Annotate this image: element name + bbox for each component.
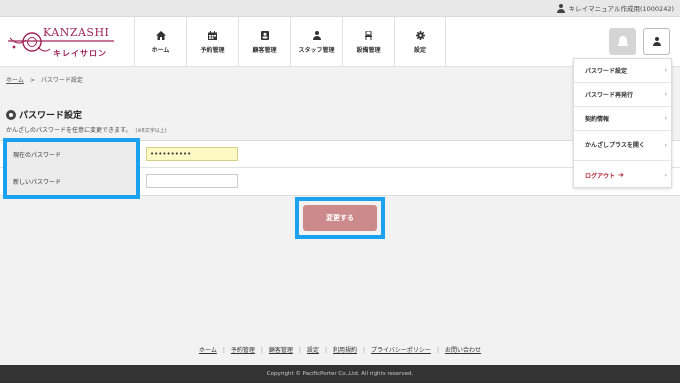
current-password-label: 現在のパスワード: [7, 141, 140, 168]
password-length-note: (※8文字以上): [135, 128, 167, 134]
change-password-button[interactable]: 変更する: [303, 205, 377, 231]
nav-customers-label: 顧客管理: [252, 46, 277, 54]
chevron-right-icon: ›: [664, 171, 667, 179]
menu-item-open-kanzashi-plus[interactable]: かんざしプラスを開く ›: [574, 131, 673, 161]
home-icon: [155, 31, 166, 41]
menu-item-label: 契約情報: [585, 116, 610, 123]
page-title: パスワード設定: [6, 108, 82, 121]
gear-icon: [415, 31, 425, 41]
nav-settings[interactable]: 設定: [394, 17, 446, 67]
footer-link-reservations[interactable]: 予約管理: [231, 347, 255, 354]
nav-home-label: ホーム: [151, 46, 170, 54]
nav-equipment-label: 設備管理: [356, 46, 381, 54]
copyright-text: Copyright © PacificPorter Co.,Ltd. All r…: [266, 371, 414, 377]
menu-item-password-reissue[interactable]: パスワード再発行 ›: [574, 83, 673, 107]
menu-item-label: パスワード設定: [585, 68, 628, 75]
footer-link-settings[interactable]: 設定: [307, 347, 319, 354]
footer-link-customers[interactable]: 顧客管理: [269, 347, 293, 354]
user-menu-dropdown: パスワード設定 › パスワード再発行 › 契約情報 › かんざしプラスを開く ›…: [573, 58, 673, 189]
nav-home[interactable]: ホーム: [134, 17, 186, 67]
calendar-icon: [208, 31, 217, 41]
footer-link-contact[interactable]: お問い合わせ: [445, 347, 481, 354]
footer-link-home[interactable]: ホーム: [199, 347, 217, 354]
breadcrumb: ホーム > パスワード設定: [6, 75, 83, 84]
account-name: キレイマニュアル作成用(1000242): [568, 5, 674, 13]
main-nav: ホーム 予約管理 顧客管理 スタッフ管理 設備管理 設定: [134, 17, 446, 67]
brand-name: KANZASHI: [43, 26, 110, 39]
notifications-button[interactable]: [609, 28, 636, 55]
chevron-right-icon: ›: [664, 142, 667, 149]
menu-item-label: パスワード再発行: [585, 92, 634, 99]
chevron-right-icon: ›: [664, 67, 667, 74]
footer-link-privacy[interactable]: プライバシーポリシー: [371, 347, 431, 354]
brand-logo[interactable]: KANZASHI キレイサロン: [6, 23, 118, 63]
menu-item-label: ログアウト: [585, 172, 616, 180]
chair-icon: [364, 31, 373, 41]
chevron-right-icon: ›: [664, 91, 667, 98]
new-password-label: 新しいパスワード: [7, 168, 140, 195]
breadcrumb-current: パスワード設定: [40, 77, 83, 84]
brand-subtitle: キレイサロン: [53, 49, 107, 58]
bell-icon: [617, 36, 628, 47]
user-icon: [556, 3, 565, 13]
breadcrumb-separator: >: [29, 77, 35, 84]
user-icon: [312, 31, 321, 41]
user-menu-button[interactable]: [643, 28, 670, 55]
nav-reservations-label: 予約管理: [200, 46, 225, 54]
chevron-right-icon: ›: [664, 115, 667, 122]
menu-item-logout[interactable]: ログアウト ➜ ›: [574, 161, 673, 189]
nav-reservations[interactable]: 予約管理: [186, 17, 238, 67]
breadcrumb-home[interactable]: ホーム: [6, 77, 24, 84]
page-description-text: かんざしのパスワードを任意に変更できます。: [6, 127, 132, 134]
top-bar: キレイマニュアル作成用(1000242): [0, 0, 680, 17]
menu-item-password-settings[interactable]: パスワード設定 ›: [574, 59, 673, 83]
nav-equipment[interactable]: 設備管理: [342, 17, 394, 67]
account-indicator: キレイマニュアル作成用(1000242): [556, 3, 674, 13]
new-password-input[interactable]: [146, 174, 238, 188]
page-title-text: パスワード設定: [19, 111, 83, 121]
nav-staff-label: スタッフ管理: [298, 46, 335, 54]
logout-icon: ➜: [618, 171, 624, 179]
submit-highlight-box: 変更する: [295, 197, 385, 239]
user-icon: [652, 37, 661, 46]
nav-staff[interactable]: スタッフ管理: [290, 17, 342, 67]
menu-item-contract-info[interactable]: 契約情報 ›: [574, 107, 673, 131]
menu-item-label: かんざしプラスを開く: [585, 142, 645, 149]
footer-link-terms[interactable]: 利用規約: [333, 347, 357, 354]
settings-icon: [6, 109, 16, 120]
footer-links: ホーム | 予約管理 | 顧客管理 | 設定 | 利用規約 | プライバシーポリシー | お問い合わせ: [199, 347, 481, 354]
page-description: かんざしのパスワードを任意に変更できます。 (※8文字以上): [6, 125, 167, 134]
nav-customers[interactable]: 顧客管理: [238, 17, 290, 67]
current-password-input[interactable]: [146, 147, 238, 161]
nav-settings-label: 設定: [413, 46, 426, 54]
contact-card-icon: [260, 31, 269, 41]
copyright-bar: Copyright © PacificPorter Co.,Ltd. All r…: [0, 365, 680, 383]
